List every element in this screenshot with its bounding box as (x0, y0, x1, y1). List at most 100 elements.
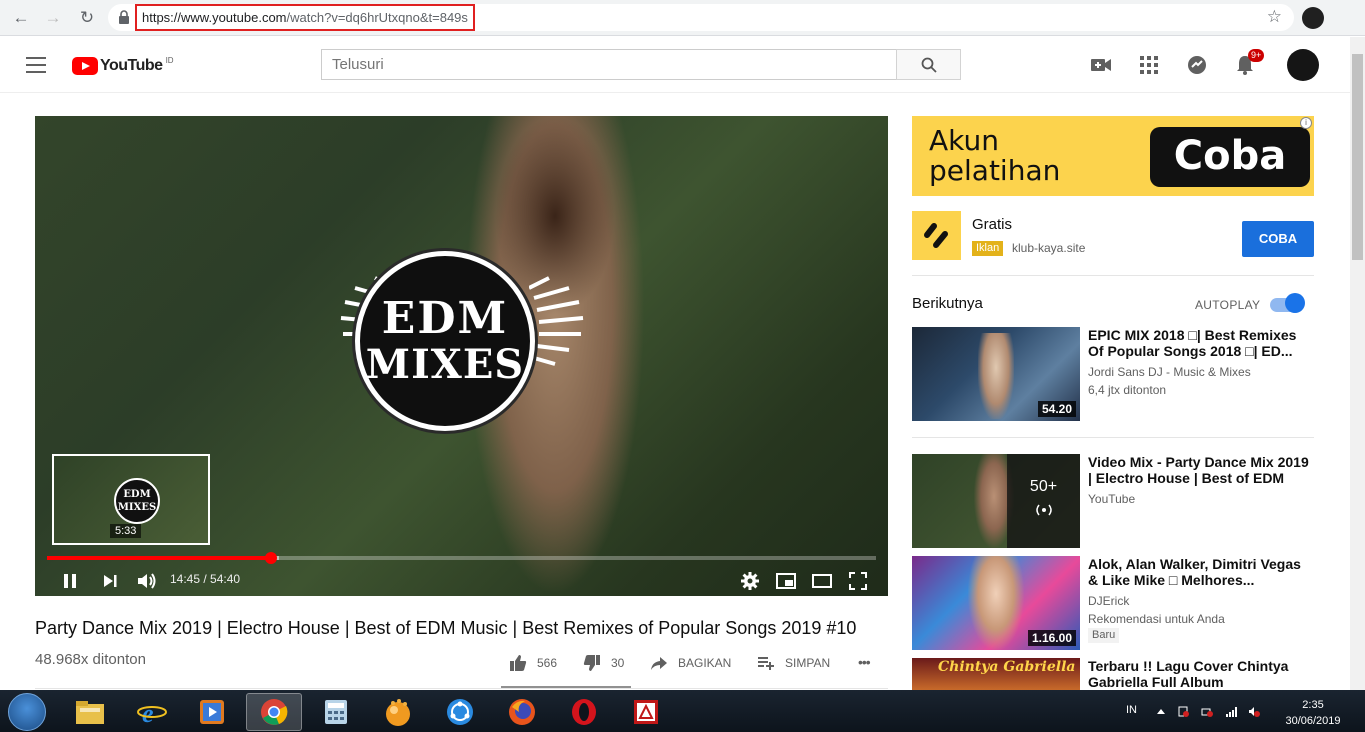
create-video-icon[interactable] (1090, 54, 1112, 76)
taskbar-calculator[interactable] (308, 693, 364, 731)
tray-power-icon[interactable] (1201, 706, 1213, 717)
user-avatar[interactable] (1287, 49, 1319, 81)
taskbar-shareit[interactable] (432, 693, 488, 731)
taskbar-pdf-app[interactable] (618, 693, 674, 731)
taskbar-media-player[interactable] (184, 693, 240, 731)
mix-count: 50+ (1029, 478, 1058, 495)
thumbs-up-icon (510, 655, 527, 671)
miniplayer-icon[interactable] (775, 570, 797, 592)
dislike-count: 30 (611, 656, 625, 670)
taskbar-orange-app[interactable] (370, 693, 426, 731)
recommendation-title[interactable]: Terbaru !! Lagu Cover Chintya Gabriella … (1088, 658, 1314, 690)
apps-grid-icon[interactable] (1138, 54, 1160, 76)
messages-icon[interactable] (1186, 54, 1208, 76)
ad-info-icon[interactable]: i (1300, 117, 1312, 129)
next-video-icon[interactable] (99, 570, 121, 592)
recommendation-divider (912, 437, 1314, 438)
media-player-icon (200, 700, 224, 724)
search-input[interactable] (321, 49, 897, 80)
share-app-icon (447, 699, 473, 725)
menu-icon[interactable] (26, 57, 46, 73)
region-code: ID (165, 56, 174, 65)
autoplay-label: AUTOPLAY (1195, 298, 1261, 312)
settings-gear-icon[interactable] (739, 570, 761, 592)
taskbar-internet-explorer[interactable]: e (124, 693, 180, 731)
recommendation-title[interactable]: EPIC MIX 2018 □| Best Remixes Of Popular… (1088, 327, 1314, 359)
mix-overlay: 50+ (1007, 454, 1080, 548)
ad-banner-cta: Coba (1150, 127, 1310, 187)
input-language[interactable]: IN (1126, 704, 1137, 716)
recommendation-thumbnail[interactable]: 1.16.00 (912, 556, 1080, 650)
recommendation-reason: Rekomendasi untuk Anda (1088, 612, 1225, 626)
ad-banner-text-line2: pelatihan (929, 154, 1061, 187)
progress-scrubber-handle[interactable] (264, 552, 277, 564)
ad-banner-text-line1: Akun (929, 124, 999, 157)
save-button[interactable]: SIMPAN (757, 654, 830, 672)
ad-title[interactable]: Gratis (972, 216, 1012, 233)
share-icon (651, 657, 667, 670)
recommendation-title[interactable]: Alok, Alan Walker, Dimitri Vegas & Like … (1088, 556, 1314, 588)
recommendation-thumbnail[interactable]: 54.20 (912, 327, 1080, 421)
reload-icon[interactable]: ↻ (76, 7, 98, 29)
video-title: Party Dance Mix 2019 | Electro House | B… (35, 618, 857, 638)
like-button[interactable]: 566 (509, 654, 557, 672)
video-player[interactable]: EDM MIXES EDM MIXES 5:33 14:45 / 54:40 (35, 116, 888, 596)
windows-taskbar: e IN 2:35 30/06/2019 (0, 690, 1365, 732)
volume-muted-icon[interactable] (1248, 706, 1260, 717)
lock-icon (119, 10, 129, 24)
url-text[interactable]: https://www.youtube.com/watch?v=dq6hrUtx… (135, 4, 475, 31)
bookmark-star-icon[interactable]: ☆ (1267, 7, 1282, 27)
taskbar-opera[interactable] (556, 693, 612, 731)
start-button[interactable] (8, 693, 46, 731)
edm-logo-line1: EDM (381, 293, 509, 344)
broadcast-icon (1035, 504, 1052, 516)
opera-icon (572, 699, 596, 725)
tray-expand-icon[interactable] (1155, 706, 1167, 717)
page-scrollbar[interactable] (1350, 37, 1365, 690)
recommendation-channel[interactable]: YouTube (1088, 490, 1135, 508)
tray-device-icon[interactable] (1177, 706, 1189, 717)
recommendation-title[interactable]: Video Mix - Party Dance Mix 2019 | Elect… (1088, 454, 1314, 486)
progress-bar[interactable] (47, 552, 876, 564)
more-actions-button[interactable]: ••• (858, 654, 871, 670)
ad-cta-button[interactable]: COBA (1242, 221, 1314, 257)
audio-visualizer-right (529, 276, 584, 366)
video-duration: 54.20 (1037, 401, 1076, 417)
recommendation-channel[interactable]: DJErick (1088, 592, 1129, 610)
dislike-button[interactable]: 30 (583, 654, 624, 672)
network-signal-icon[interactable] (1225, 706, 1237, 717)
search-button[interactable] (896, 49, 961, 80)
youtube-play-icon (72, 57, 98, 75)
calculator-icon (325, 700, 347, 724)
playlist-add-icon (758, 657, 774, 670)
browser-profile-icon[interactable] (1302, 7, 1324, 29)
system-clock[interactable]: 2:35 30/06/2019 (1278, 697, 1348, 729)
back-icon[interactable]: ← (10, 7, 32, 29)
pause-icon[interactable] (59, 570, 81, 592)
volume-icon[interactable] (135, 570, 157, 592)
autoplay-toggle[interactable] (1285, 293, 1305, 313)
recommendation-channel[interactable]: Jordi Sans DJ - Music & Mixes (1088, 363, 1251, 381)
ad-domain: klub-kaya.site (1012, 241, 1086, 255)
time-display: 14:45 / 54:40 (170, 572, 241, 586)
theater-mode-icon[interactable] (811, 570, 833, 592)
ad-banner-image[interactable]: Akun pelatihan Coba (912, 116, 1314, 196)
taskbar-firefox[interactable] (494, 693, 550, 731)
save-label: SIMPAN (785, 656, 831, 670)
url-path: /watch?v=dq6hrUtxqno&t=849s (286, 10, 468, 25)
forward-icon[interactable]: → (42, 7, 64, 29)
taskbar-explorer[interactable] (62, 693, 118, 731)
clock-date: 30/06/2019 (1285, 715, 1341, 727)
folder-icon (76, 701, 104, 724)
pdf-icon (634, 700, 658, 724)
recommendation-thumbnail[interactable]: Chintya Gabriella (912, 658, 1080, 690)
scrollbar-thumb[interactable] (1352, 54, 1363, 260)
new-badge: Baru (1088, 628, 1120, 643)
youtube-logo[interactable]: YouTube ID (72, 56, 174, 76)
mix-thumbnail[interactable]: 50+ (912, 454, 1080, 548)
clock-time: 2:35 (1302, 699, 1324, 711)
share-button[interactable]: BAGIKAN (650, 654, 731, 672)
fullscreen-icon[interactable] (847, 570, 869, 592)
address-bar[interactable]: https://www.youtube.com/watch?v=dq6hrUtx… (108, 4, 1294, 31)
taskbar-chrome[interactable] (246, 693, 302, 731)
